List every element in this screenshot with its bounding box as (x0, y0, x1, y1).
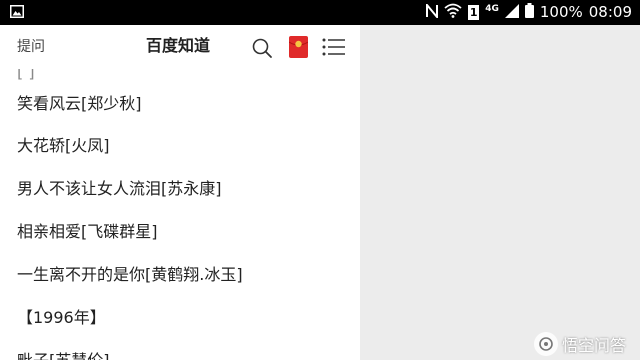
app-header: 提问 百度知道 (0, 25, 360, 69)
watermark: 悟空问答 (533, 332, 626, 356)
battery-percent: 100% (539, 3, 583, 21)
wukong-logo-icon (533, 332, 558, 356)
clock: 08:09 (588, 3, 632, 21)
song-line: 大花轿[火凤] (17, 136, 110, 155)
year-heading: 【1996年】 (17, 308, 106, 327)
song-line: 一生离不开的是你[黄鹤翔.冰玉] (17, 265, 243, 284)
search-icon[interactable] (251, 37, 273, 59)
red-packet-icon[interactable] (288, 36, 309, 58)
app-title: 百度知道 (145, 36, 210, 55)
battery-icon (524, 3, 534, 22)
wifi-icon (444, 3, 462, 22)
gallery-notification-icon (10, 4, 24, 22)
song-line: 男人不该让女人流泪[苏永康] (17, 179, 222, 198)
nfc-icon (426, 1, 439, 22)
sim-icon: 1 (468, 5, 480, 20)
song-line: 相亲相爱[飞碟群星] (17, 222, 158, 241)
answer-content: [ ] 笑看风云[郑少秋] 大花轿[火凤] 男人不该让女人流泪[苏永康] 相亲相… (0, 25, 360, 360)
song-line: 笑看风云[郑少秋] (17, 94, 142, 113)
ask-button[interactable]: 提问 (17, 37, 45, 57)
menu-icon[interactable] (322, 37, 346, 57)
network-type-label: 4G (485, 3, 499, 14)
signal-icon (504, 3, 519, 22)
song-line: 毗子[苏慧伦] (17, 350, 110, 360)
phone-screen: [ ] 笑看风云[郑少秋] 大花轿[火凤] 男人不该让女人流泪[苏永康] 相亲相… (0, 25, 360, 360)
watermark-text: 悟空问答 (561, 336, 626, 355)
status-bar: 1 4G 100% 08:09 (0, 0, 640, 25)
